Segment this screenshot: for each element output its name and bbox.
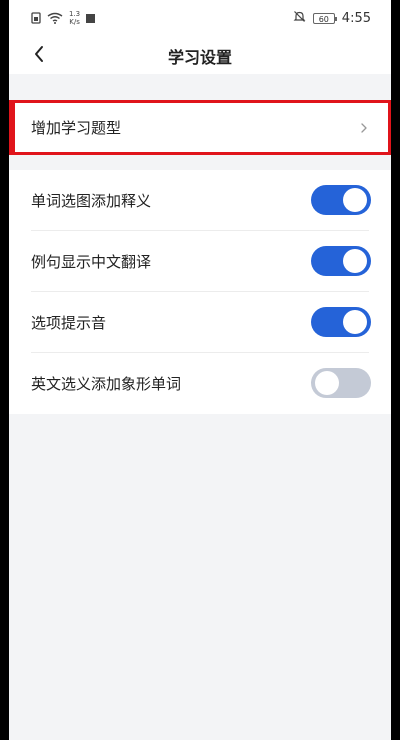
mute-bell-icon [293, 10, 306, 26]
notification-icon [86, 13, 96, 23]
setting-row-option-sound: 选项提示音 [9, 292, 391, 353]
setting-label: 例句显示中文翻译 [31, 253, 152, 271]
status-left: 1.3 K/s [31, 9, 96, 28]
status-time: 4:55 [341, 10, 371, 26]
setting-label: 单词选图添加释义 [31, 192, 152, 210]
battery-icon: 60 [312, 12, 337, 24]
network-speed: 1.3 K/s [69, 10, 80, 26]
toggle-switch[interactable] [311, 368, 371, 398]
toggle-switch[interactable] [311, 307, 371, 337]
setting-row-pictographic-words: 英文选义添加象形单词 [9, 353, 391, 414]
add-question-types-label: 增加学习题型 [31, 119, 122, 137]
sim-icon [31, 9, 41, 28]
toggle-knob [343, 310, 367, 334]
nav-bar: 学习设置 [9, 36, 391, 74]
toggle-switch[interactable] [311, 246, 371, 276]
setting-row-image-definition: 单词选图添加释义 [9, 170, 391, 231]
toggle-knob [343, 188, 367, 212]
chevron-right-icon [358, 119, 370, 137]
setting-label: 英文选义添加象形单词 [31, 375, 182, 393]
status-bar: 1.3 K/s 60 4:55 [9, 0, 391, 36]
toggle-knob [343, 249, 367, 273]
page-title: 学习设置 [167, 48, 232, 67]
setting-label: 选项提示音 [31, 314, 107, 332]
wifi-icon [47, 9, 63, 28]
add-question-types-item[interactable]: 增加学习题型 [9, 100, 391, 155]
network-speed-unit: K/s [69, 18, 80, 26]
status-right: 60 4:55 [293, 9, 371, 27]
settings-list: 单词选图添加释义 例句显示中文翻译 选项提示音 英文选义添加象形单词 [9, 170, 391, 414]
network-speed-value: 1.3 [69, 10, 81, 18]
toggle-switch[interactable] [311, 185, 371, 215]
toggle-knob [315, 371, 339, 395]
setting-row-sentence-translation: 例句显示中文翻译 [9, 231, 391, 292]
phone-screen: 1.3 K/s 60 4:55 学习设置 增加学习题型 单词选图添加释义 例句显… [9, 0, 391, 740]
